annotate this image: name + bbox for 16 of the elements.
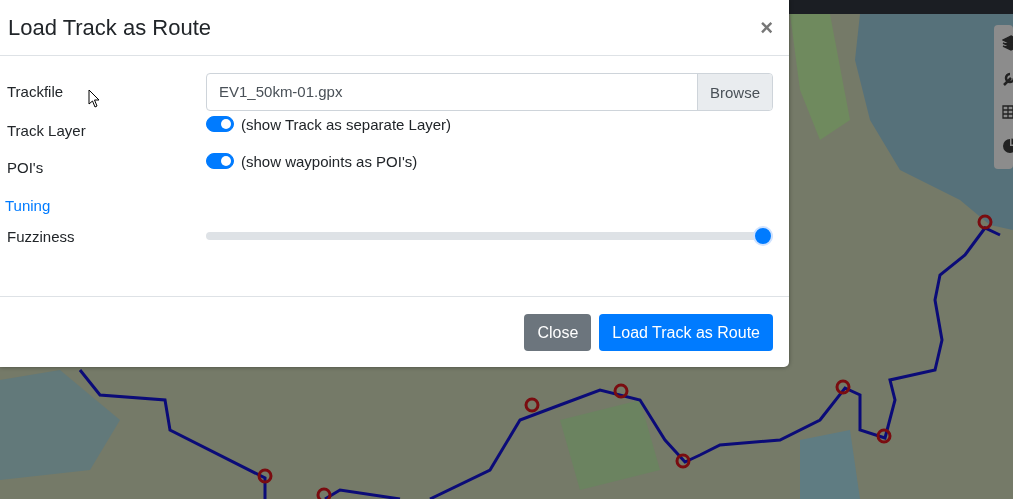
toggle-switch[interactable] <box>206 116 234 132</box>
field-label: Track Layer <box>7 121 86 141</box>
dialog-title: Load Track as Route <box>8 14 211 41</box>
switch-caption: (show waypoints as POI's) <box>241 152 418 170</box>
switch-caption: (show Track as separate Layer) <box>241 115 452 133</box>
field-label: Fuzziness <box>7 227 75 247</box>
field-label: POI's <box>7 158 44 178</box>
cursor-icon <box>88 89 100 108</box>
field-label: Trackfile <box>7 82 64 102</box>
close-button[interactable]: × <box>760 14 773 41</box>
close-button[interactable]: Close <box>524 314 592 351</box>
slider-thumb[interactable] <box>753 226 773 246</box>
slider[interactable] <box>206 226 773 246</box>
load-route-button[interactable]: Load Track as Route <box>599 314 773 351</box>
section-heading: Tuning <box>5 196 51 216</box>
toggle-switch[interactable] <box>206 153 234 169</box>
